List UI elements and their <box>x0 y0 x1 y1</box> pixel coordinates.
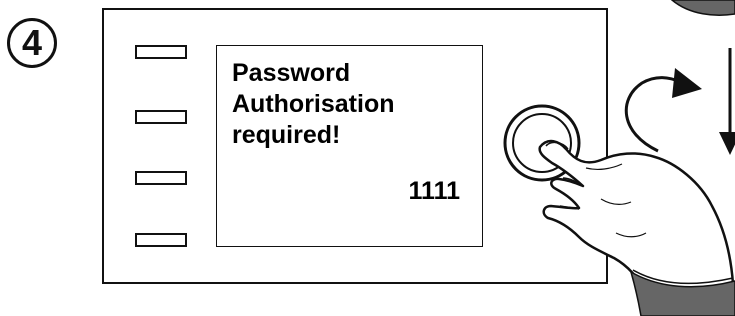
rotate-clockwise-arrow-icon <box>624 68 702 153</box>
hand-sleeve-top-icon <box>670 0 735 16</box>
instruction-diagram: 4 Password Authorisation required! 1111 <box>0 0 735 316</box>
down-arrow-icon <box>719 48 735 155</box>
illustration-overlay <box>503 0 735 316</box>
pressing-hand-icon <box>538 139 735 296</box>
